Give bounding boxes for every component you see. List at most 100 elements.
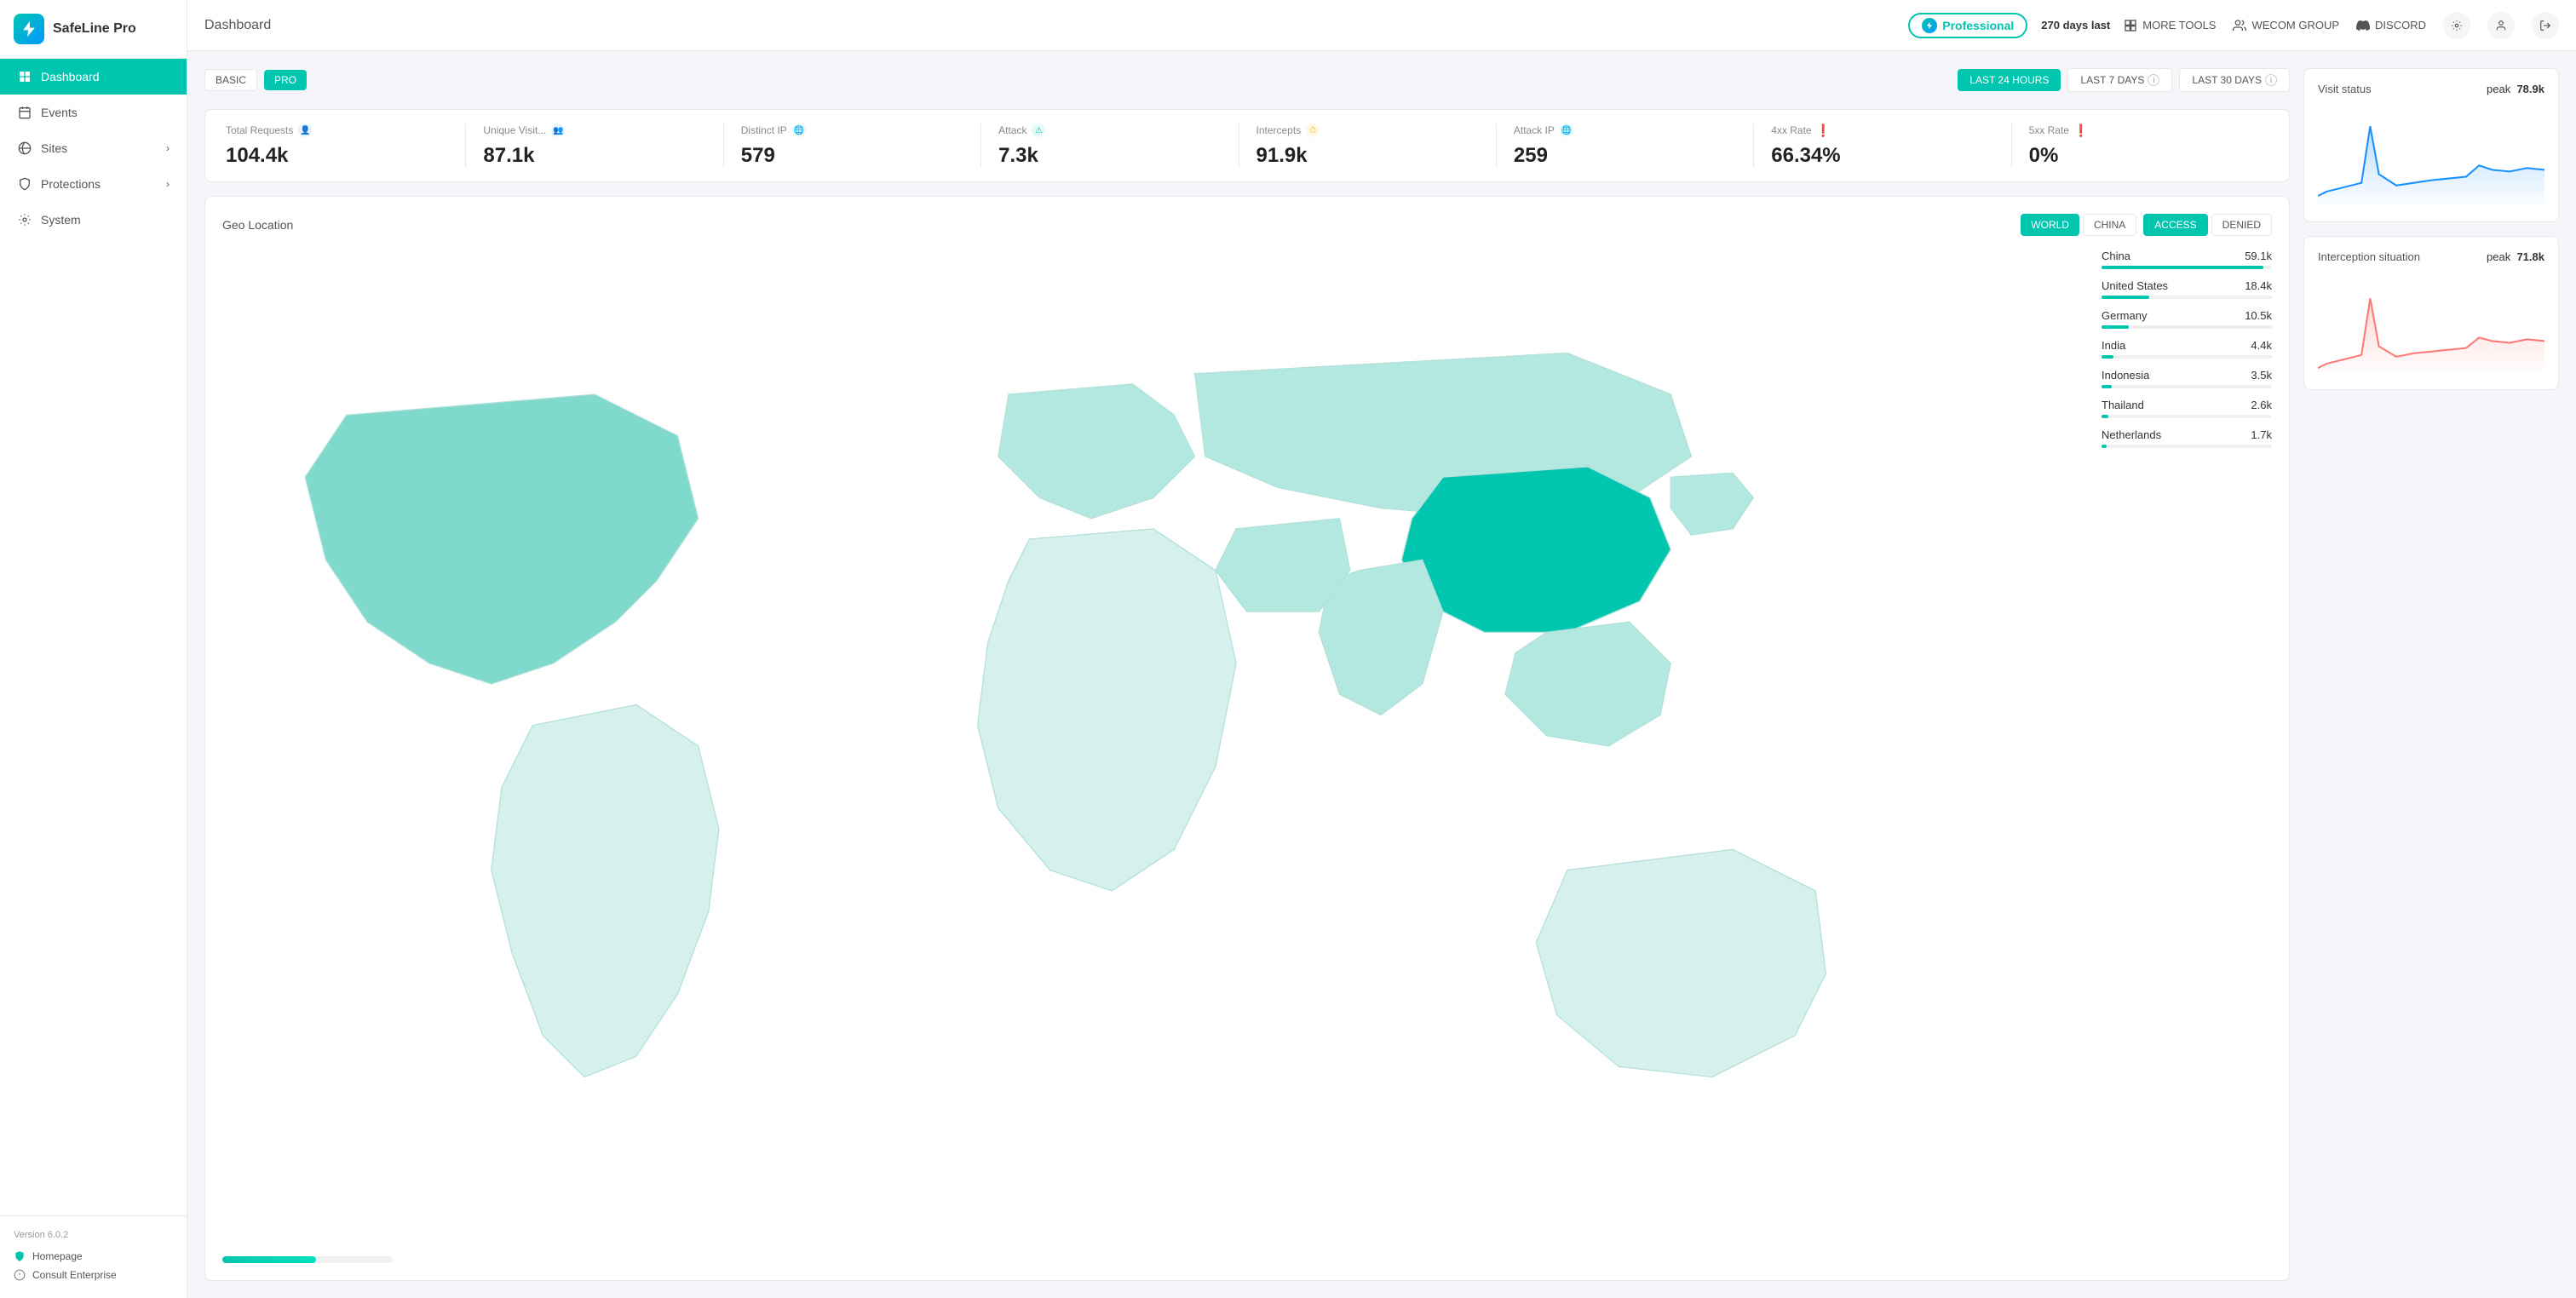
events-icon	[17, 105, 32, 120]
more-tools-btn[interactable]: MORE TOOLS	[2124, 19, 2216, 32]
version-text: Version 6.0.2	[14, 1230, 173, 1240]
sidebar-item-label: Sites	[41, 141, 67, 155]
country-india: India 4.4k	[2102, 339, 2272, 359]
stat-value: 259	[1514, 144, 1736, 168]
interception-peak: peak 71.8k	[2487, 250, 2544, 263]
stat-value: 91.9k	[1256, 144, 1479, 168]
sidebar-item-system[interactable]: System	[0, 202, 187, 238]
country-indonesia: Indonesia 3.5k	[2102, 369, 2272, 388]
stat-value: 7.3k	[998, 144, 1221, 168]
world-map-svg	[222, 250, 2084, 1243]
japan	[1670, 473, 1753, 535]
sidebar-footer: Version 6.0.2 Homepage Consult Enterpris…	[0, 1215, 187, 1298]
visit-title: Visit status	[2318, 83, 2372, 95]
stat-attack-ip: Attack IP 🌐 259	[1497, 123, 1754, 168]
world-btn[interactable]: WORLD	[2021, 214, 2079, 236]
south-america	[492, 704, 719, 1077]
discord-btn[interactable]: DISCORD	[2356, 19, 2426, 32]
country-thailand: Thailand 2.6k	[2102, 399, 2272, 418]
stat-value: 579	[741, 144, 963, 168]
china-btn[interactable]: CHINA	[2083, 214, 2136, 236]
wecom-icon	[2233, 19, 2246, 32]
plan-badge: Professional	[1908, 13, 2027, 38]
sidebar-item-dashboard[interactable]: Dashboard	[0, 59, 187, 95]
main-nav: Dashboard Events Sites › Protections	[0, 59, 187, 238]
country-us: United States 18.4k	[2102, 279, 2272, 299]
stat-value: 104.4k	[226, 144, 448, 168]
interception-chart	[2318, 273, 2544, 376]
middle-east	[1216, 519, 1350, 612]
5xx-icon: ❗	[2074, 123, 2088, 137]
interception-header: Interception situation peak 71.8k	[2318, 250, 2544, 263]
time-tab-24h[interactable]: LAST 24 HOURS	[1958, 69, 2061, 91]
country-china: China 59.1k	[2102, 250, 2272, 269]
logout-btn[interactable]	[2532, 12, 2559, 39]
stat-value: 66.34%	[1771, 144, 1993, 168]
interception-card: Interception situation peak 71.8k	[2303, 236, 2559, 390]
intercept-stat-icon: ⏱	[1306, 123, 1320, 137]
dashboard-icon	[17, 69, 32, 84]
europe	[998, 384, 1195, 519]
settings-icon	[2451, 20, 2463, 32]
access-denied-toggle: ACCESS DENIED	[2143, 214, 2272, 236]
wecom-group-btn[interactable]: WECOM GROUP	[2233, 19, 2339, 32]
geo-header: Geo Location WORLD CHINA ACCESS DENIED	[222, 214, 2272, 236]
logo-text: SafeLine Pro	[53, 21, 136, 37]
chevron-right-icon: ›	[166, 178, 170, 190]
sidebar-item-protections[interactable]: Protections ›	[0, 166, 187, 202]
settings-btn[interactable]	[2443, 12, 2470, 39]
lightning-icon	[20, 20, 38, 38]
pro-tab[interactable]: PRO	[264, 70, 307, 90]
time-tab-30d[interactable]: LAST 30 DAYS i	[2179, 68, 2290, 92]
interception-title: Interception situation	[2318, 250, 2420, 263]
world-china-toggle: WORLD CHINA	[2021, 214, 2136, 236]
sidebar-item-label: Events	[41, 106, 78, 119]
time-tab-7d[interactable]: LAST 7 DAYS i	[2067, 68, 2172, 92]
stat-intercepts: Intercepts ⏱ 91.9k	[1239, 123, 1497, 168]
country-list: China 59.1k United States 18.4k	[2102, 250, 2272, 1243]
sidebar-item-label: Dashboard	[41, 70, 100, 83]
geo-progress-bar	[222, 1256, 393, 1263]
protections-icon	[17, 176, 32, 192]
content-left: BASIC PRO LAST 24 HOURS LAST 7 DAYS i LA…	[204, 68, 2290, 1281]
logo: SafeLine Pro	[0, 0, 187, 59]
user-icon	[2495, 20, 2507, 32]
stat-value: 87.1k	[483, 144, 705, 168]
logo-icon	[14, 14, 44, 44]
homepage-link[interactable]: Homepage	[14, 1247, 173, 1266]
user-icon-btn[interactable]	[2487, 12, 2515, 39]
plan-label: Professional	[1942, 19, 2014, 32]
page-title: Dashboard	[204, 18, 271, 33]
info-icon-30d: i	[2265, 74, 2277, 86]
discord-icon	[2356, 19, 2370, 32]
visit-stat-icon: 👥	[551, 123, 565, 137]
info-icon-7d: i	[2148, 74, 2159, 86]
geo-title: Geo Location	[222, 218, 293, 232]
australia	[1536, 849, 1826, 1077]
china	[1401, 467, 1670, 632]
consult-link[interactable]: Consult Enterprise	[14, 1266, 173, 1284]
stat-4xx: 4xx Rate ❗ 66.34%	[1754, 123, 2011, 168]
se-asia	[1505, 622, 1670, 746]
filter-tabs: BASIC PRO	[204, 69, 307, 91]
content-area: BASIC PRO LAST 24 HOURS LAST 7 DAYS i LA…	[187, 51, 2576, 1298]
stat-attack: Attack ⚠ 7.3k	[981, 123, 1239, 168]
country-germany: Germany 10.5k	[2102, 309, 2272, 329]
visit-status-card: Visit status peak 78.9k	[2303, 68, 2559, 222]
content-right: Visit status peak 78.9k	[2303, 68, 2559, 1281]
system-icon	[17, 212, 32, 227]
access-btn[interactable]: ACCESS	[2143, 214, 2207, 236]
denied-btn[interactable]: DENIED	[2211, 214, 2272, 236]
consult-icon	[14, 1269, 26, 1281]
sidebar-item-events[interactable]: Events	[0, 95, 187, 130]
sidebar-item-label: Protections	[41, 177, 101, 191]
visit-chart-svg	[2318, 106, 2544, 208]
basic-tab[interactable]: BASIC	[204, 69, 257, 91]
chevron-right-icon: ›	[166, 142, 170, 154]
tools-icon	[2124, 19, 2137, 32]
sidebar-item-sites[interactable]: Sites ›	[0, 130, 187, 166]
visit-chart	[2318, 106, 2544, 208]
north-america	[305, 394, 698, 684]
days-remaining: 270 days last	[2041, 19, 2110, 32]
sidebar: SafeLine Pro Dashboard Events Sites	[0, 0, 187, 1298]
